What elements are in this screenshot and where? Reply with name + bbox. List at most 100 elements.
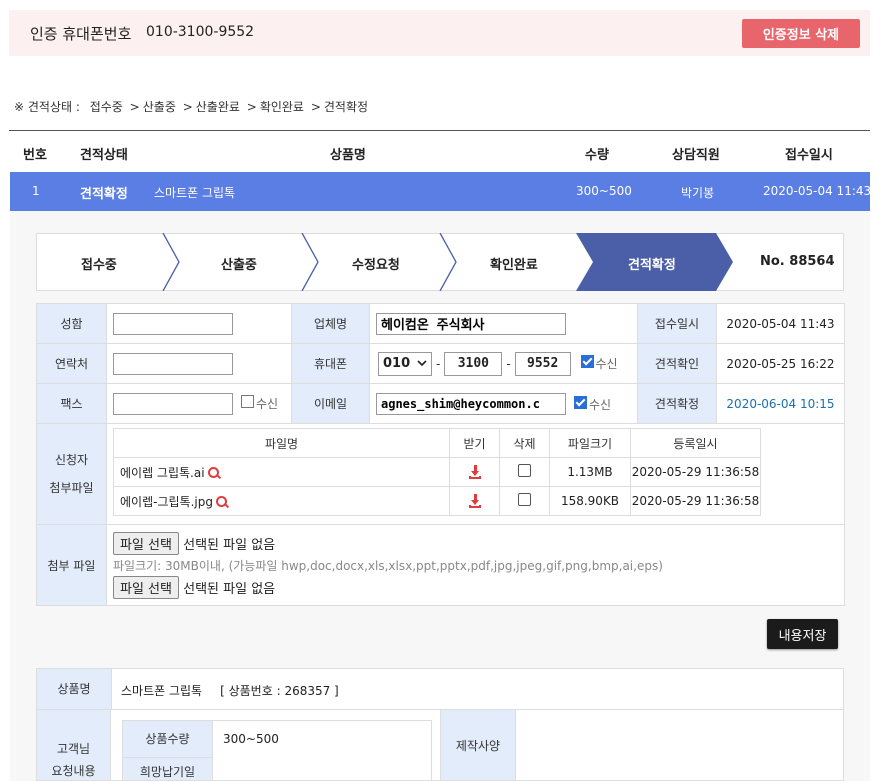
- attach-label: 첨부 파일: [36, 524, 107, 606]
- file-col-download: 받기: [449, 428, 500, 458]
- applicant-files-label: 신청자첨부파일: [36, 423, 107, 525]
- col-header-qty: 수량: [585, 148, 609, 163]
- legend-state: 산출완료: [195, 100, 240, 114]
- email-field[interactable]: [376, 392, 566, 415]
- checkbox-checked-icon[interactable]: [574, 395, 587, 409]
- qty-label: 상품수량: [123, 721, 213, 758]
- file-name[interactable]: 에이렙-그립톡.jpg: [120, 495, 213, 509]
- file-col-date: 등록일시: [630, 428, 761, 458]
- step-received: 접수중: [81, 258, 117, 273]
- product-label: 상품명: [37, 669, 112, 710]
- received-value: 2020-05-04 11:43: [716, 303, 845, 344]
- step-fixed: 견적확정: [628, 258, 676, 273]
- col-header-no: 번호: [23, 148, 47, 163]
- attach-note: 파일크기: 30MB이내, (가능파일 hwp,doc,docx,xls,xls…: [113, 558, 663, 573]
- delete-auth-button[interactable]: 인증정보 삭제: [742, 19, 860, 48]
- fixed-value: 2020-06-04 10:15: [716, 383, 845, 424]
- mobile-receive[interactable]: 수신: [580, 355, 618, 371]
- legend-arrow: >: [182, 100, 193, 114]
- name-field[interactable]: [113, 312, 233, 335]
- receive-text: 수신: [589, 397, 612, 412]
- checkbox-icon[interactable]: [241, 395, 254, 408]
- mobile-last-field[interactable]: 9552: [514, 351, 571, 376]
- legend-arrow: >: [310, 100, 321, 114]
- applicant-label: 신청자: [54, 453, 89, 467]
- receive-text: 수신: [256, 397, 279, 411]
- mobile-mid-field[interactable]: 3100: [444, 351, 503, 376]
- legend-arrow: >: [129, 100, 140, 114]
- legend-prefix: ※ 견적상태 :: [14, 100, 80, 114]
- delete-checkbox[interactable]: [518, 493, 531, 506]
- row-status: 견적확정: [80, 187, 128, 202]
- company-label: 업체명: [291, 303, 370, 344]
- table-row-selected[interactable]: [10, 172, 870, 211]
- contact-label: 연락처: [36, 343, 107, 384]
- chevron-right-icon: [439, 233, 457, 291]
- col-header-status: 견적상태: [80, 148, 128, 163]
- request-label-1: 고객님: [56, 742, 91, 756]
- company-field[interactable]: [376, 312, 566, 335]
- legend-state: 산출중: [142, 100, 176, 114]
- auth-label: 인증 휴대폰번호: [30, 25, 132, 43]
- chevron-right-icon: [301, 233, 319, 291]
- file-select-button[interactable]: 파일 선택: [113, 575, 179, 599]
- row-staff: 박기봉: [681, 186, 715, 200]
- legend-arrow: >: [246, 100, 257, 114]
- contact-field[interactable]: [113, 352, 233, 375]
- no-file-text: 선택된 파일 없음: [183, 581, 276, 597]
- chevron-down-icon: [417, 360, 427, 367]
- mobile-prefix-select[interactable]: 010: [378, 351, 432, 376]
- download-icon[interactable]: [468, 465, 482, 480]
- legend-state: 접수중: [89, 100, 123, 114]
- col-header-product: 상품명: [330, 148, 366, 163]
- fax-receive[interactable]: 수신: [241, 395, 279, 411]
- file-date: 2020-05-29 11:36:58: [630, 486, 761, 516]
- delete-checkbox[interactable]: [518, 464, 531, 477]
- col-header-staff: 상담직원: [672, 148, 720, 163]
- attach-row: 파일 선택 선택된 파일 없음: [113, 575, 844, 599]
- file-select-button[interactable]: 파일 선택: [113, 531, 179, 555]
- auth-bar: 인증 휴대폰번호 010-3100-9552 인증정보 삭제: [9, 10, 870, 56]
- receive-text: 수신: [595, 357, 618, 371]
- row-product[interactable]: 스마트폰 그립톡: [154, 184, 235, 201]
- fax-label: 팩스: [36, 383, 107, 424]
- file-size: 1.13MB: [549, 457, 631, 487]
- product-name-row: 스마트폰 그립톡 [ 상품번호 : 268357 ]: [121, 682, 339, 699]
- product-name: 스마트폰 그립톡: [121, 684, 203, 698]
- estimate-number: No. 88564: [760, 254, 835, 269]
- info-table: 성함 업체명 접수일시 2020-05-04 11:43 연락처 휴대폰 010…: [36, 303, 845, 606]
- legend-state: 견적확정: [323, 100, 369, 114]
- chevron-right-icon: [162, 233, 180, 291]
- files-label: 첨부파일: [49, 481, 94, 495]
- search-icon[interactable]: [207, 466, 219, 478]
- partial-label: 희망납기일: [123, 758, 213, 780]
- email-receive[interactable]: 수신: [574, 395, 612, 412]
- row-no: 1: [32, 184, 40, 198]
- list-divider: [9, 130, 870, 131]
- download-icon[interactable]: [468, 494, 482, 509]
- legend-state: 확인완료: [259, 100, 304, 114]
- email-label: 이메일: [291, 383, 370, 424]
- row-qty: 300~500: [576, 184, 632, 198]
- file-date: 2020-05-29 11:36:58: [630, 457, 761, 487]
- checkbox-checked-icon[interactable]: [580, 355, 594, 368]
- fax-field[interactable]: [113, 392, 233, 415]
- dash: -: [506, 356, 511, 371]
- confirm-label: 견적확인: [637, 343, 717, 384]
- file-size: 158.90KB: [549, 486, 631, 516]
- save-button[interactable]: 내용저장: [767, 619, 838, 649]
- received-label: 접수일시: [637, 303, 717, 344]
- file-name[interactable]: 에이렙 그립톡.ai: [120, 466, 205, 480]
- table-row: 에이렙 그립톡.ai 1.13MB 2020-05-29 11:36:58: [113, 457, 761, 487]
- file-col-delete: 삭제: [499, 428, 550, 458]
- name-label: 성함: [36, 303, 107, 344]
- step-revision: 수정요청: [352, 258, 400, 273]
- product-code: [ 상품번호 : 268357 ]: [220, 684, 339, 698]
- fixed-label: 견적확정: [637, 383, 717, 424]
- mobile-prefix-value: 010: [383, 356, 411, 371]
- dash: -: [436, 356, 441, 371]
- qty-value: 300~500: [223, 732, 279, 746]
- search-icon[interactable]: [215, 495, 227, 507]
- mobile-label: 휴대폰: [291, 343, 370, 384]
- step-confirmed: 확인완료: [490, 258, 538, 273]
